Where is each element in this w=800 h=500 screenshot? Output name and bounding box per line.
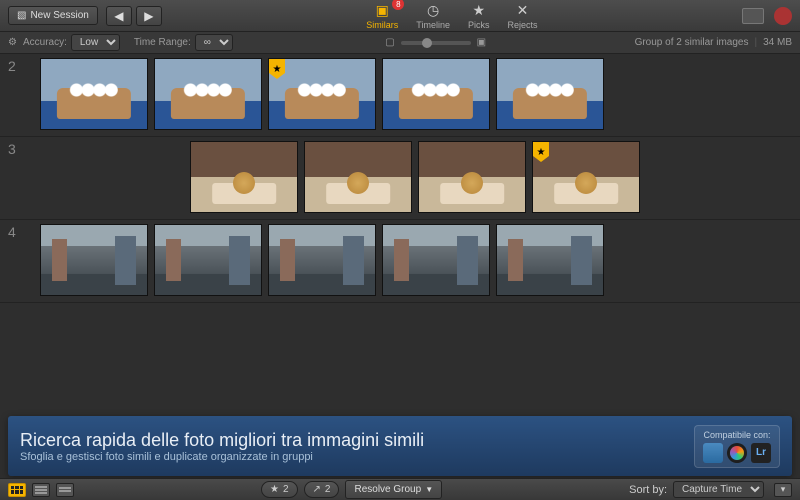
thumbnail[interactable]	[40, 58, 148, 130]
thumbnail[interactable]: ★	[532, 141, 640, 213]
view-list-button[interactable]	[32, 483, 50, 497]
compare-icon	[59, 487, 71, 492]
nav-buttons: ◀ ▶	[106, 6, 162, 26]
tab-timeline[interactable]: ◷ Timeline	[416, 1, 450, 30]
star-icon: ★	[470, 1, 488, 19]
time-range-label: Time Range:	[134, 37, 191, 48]
content-area: 2★3★4	[0, 54, 800, 478]
banner-title: Ricerca rapida delle foto migliori tra i…	[20, 430, 424, 451]
thumbnail-size-slider[interactable]	[401, 41, 471, 45]
zoom-in-icon[interactable]: ▣	[477, 37, 486, 48]
thumbnail[interactable]: ★	[268, 58, 376, 130]
compatibility-box: Compatibile con: Lr	[694, 425, 780, 468]
pick-flag-icon: ★	[269, 59, 285, 79]
arrow-right-icon: ▶	[144, 9, 153, 23]
share-count-pill[interactable]: ↗2	[304, 481, 340, 498]
group-number: 2	[8, 58, 16, 74]
thumbnail[interactable]	[418, 141, 526, 213]
arrow-left-icon: ◀	[114, 9, 123, 23]
thumbnail[interactable]	[496, 224, 604, 296]
preview-toggle-button[interactable]	[742, 8, 764, 24]
chevron-down-icon: ▼	[425, 485, 433, 494]
app-icon-1	[703, 443, 723, 463]
image-group: 3★	[0, 137, 800, 220]
thumbnail[interactable]	[40, 224, 148, 296]
thumbnail[interactable]	[154, 224, 262, 296]
similars-badge: 8	[392, 0, 404, 10]
thumbnail-row: ★	[0, 141, 800, 213]
list-icon	[35, 486, 47, 494]
similars-icon: ▣	[373, 1, 391, 19]
tab-rejects-label: Rejects	[508, 20, 538, 30]
timeline-icon: ◷	[424, 1, 442, 19]
sort-label: Sort by:	[629, 484, 667, 496]
share-icon: ↗	[313, 484, 321, 495]
promo-banner: Ricerca rapida delle foto migliori tra i…	[8, 416, 792, 476]
thumbnail[interactable]	[382, 224, 490, 296]
aperture-icon	[727, 443, 747, 463]
time-range-select[interactable]: ∞	[195, 34, 233, 51]
compat-label: Compatibile con:	[703, 430, 771, 440]
pick-count-pill[interactable]: ★2	[261, 481, 298, 498]
thumbnail[interactable]	[154, 58, 262, 130]
tab-picks[interactable]: ★ Picks	[468, 1, 490, 30]
sub-toolbar: ⚙ Accuracy: Low Time Range: ∞ ▢ ▣ Group …	[0, 32, 800, 54]
reject-icon: ✕	[514, 1, 532, 19]
tab-similars[interactable]: ▣ 8 Similars	[366, 1, 398, 30]
thumbnail-row	[0, 224, 800, 296]
zoom-out-icon[interactable]: ▢	[385, 37, 394, 48]
mode-tabs: ▣ 8 Similars ◷ Timeline ★ Picks ✕ Reject…	[366, 1, 537, 30]
group-status: Group of 2 similar images	[635, 37, 749, 48]
nav-back-button[interactable]: ◀	[106, 6, 132, 26]
tab-rejects[interactable]: ✕ Rejects	[508, 1, 538, 30]
resolve-group-button[interactable]: Resolve Group ▼	[345, 480, 442, 499]
grid-icon	[11, 486, 23, 494]
star-icon: ★	[270, 484, 279, 495]
image-group: 4	[0, 220, 800, 303]
resolve-label: Resolve Group	[354, 484, 421, 495]
thumbnail-row: ★	[0, 58, 800, 130]
group-number: 3	[8, 141, 16, 157]
tab-timeline-label: Timeline	[416, 20, 450, 30]
group-size: 34 MB	[763, 37, 792, 48]
pick-count: 2	[283, 484, 289, 495]
thumbnail[interactable]	[304, 141, 412, 213]
lightroom-icon: Lr	[751, 443, 771, 463]
toolbar-right	[742, 7, 792, 25]
accuracy-label: Accuracy:	[23, 37, 67, 48]
tab-picks-label: Picks	[468, 20, 490, 30]
thumbnail[interactable]	[190, 141, 298, 213]
pick-flag-icon: ★	[533, 142, 549, 162]
view-grid-button[interactable]	[8, 483, 26, 497]
new-session-button[interactable]: ▧ New Session	[8, 6, 98, 25]
top-toolbar: ▧ New Session ◀ ▶ ▣ 8 Similars ◷ Timelin…	[0, 0, 800, 32]
plus-icon: ▧	[17, 10, 26, 21]
group-number: 4	[8, 224, 16, 240]
banner-subtitle: Sfoglia e gestisci foto simili e duplica…	[20, 451, 424, 463]
view-compare-button[interactable]	[56, 483, 74, 497]
sort-select[interactable]: Capture Time	[673, 481, 764, 498]
new-session-label: New Session	[30, 10, 88, 21]
sort-desc-icon: ▾	[781, 484, 786, 495]
thumbnail[interactable]	[382, 58, 490, 130]
image-group: 2★	[0, 54, 800, 137]
nav-forward-button[interactable]: ▶	[136, 6, 162, 26]
gear-icon[interactable]: ⚙	[8, 37, 17, 48]
sort-direction-button[interactable]: ▾	[774, 483, 792, 497]
record-button[interactable]	[774, 7, 792, 25]
thumbnail[interactable]	[268, 224, 376, 296]
share-count: 2	[325, 484, 331, 495]
thumbnail[interactable]	[496, 58, 604, 130]
tab-similars-label: Similars	[366, 20, 398, 30]
accuracy-select[interactable]: Low	[71, 34, 120, 51]
bottom-bar: ★2 ↗2 Resolve Group ▼ Sort by: Capture T…	[0, 478, 800, 500]
